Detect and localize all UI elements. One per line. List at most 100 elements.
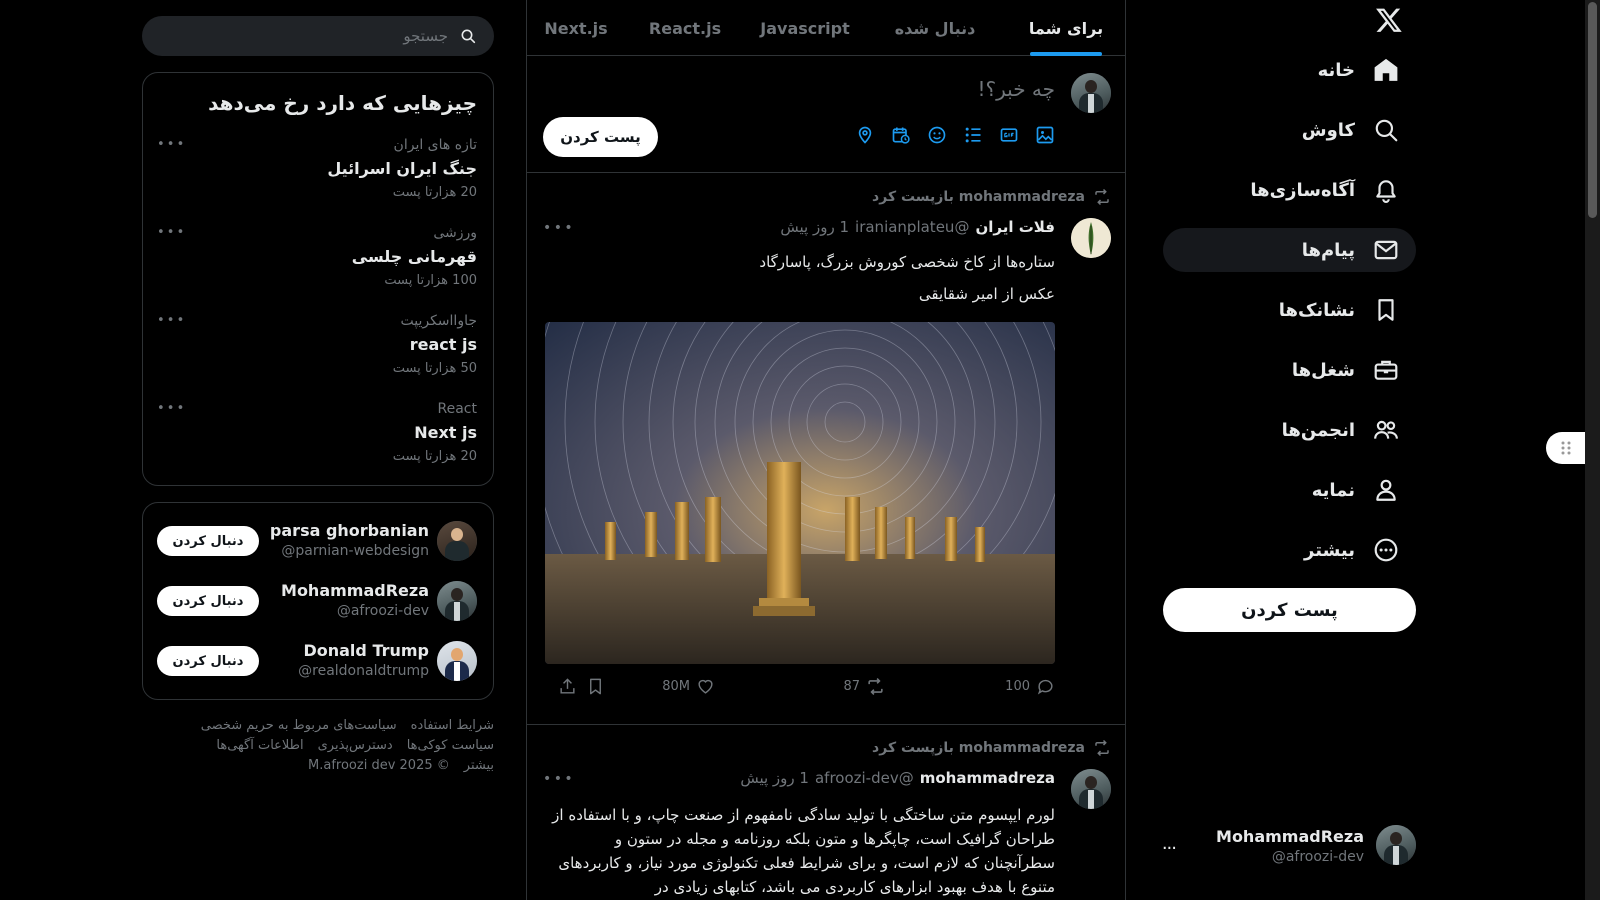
search-icon — [1373, 117, 1399, 143]
active-tab-indicator — [1030, 52, 1102, 56]
who-to-follow-panel: parsa ghorbanian @parnian-webdesign دنبا… — [142, 502, 494, 700]
tab-following[interactable]: دنبال شده — [865, 0, 1005, 56]
post-header: فلات ایران @iranianplateu 1 روز پیش — [780, 218, 1055, 236]
tab-javascript[interactable]: Javascript — [745, 0, 865, 56]
schedule-icon[interactable] — [891, 125, 911, 145]
author-handle[interactable]: @afroozi-dev — [815, 769, 914, 787]
nav-item-more[interactable]: بیشتر — [1163, 528, 1416, 572]
footer-link-cookies[interactable]: سیاست کوکی‌ها — [407, 736, 494, 756]
post-button[interactable]: پست کردن — [1163, 588, 1416, 632]
follow-button[interactable]: دنبال کردن — [157, 646, 259, 676]
share-button[interactable] — [553, 677, 577, 696]
account-handle: @afroozi-dev — [1271, 849, 1364, 865]
main-feed: برای شما دنبال شده Javascript React.js N… — [526, 0, 1126, 900]
post[interactable]: mohammadreza بازپست کرد mohammadreza @af… — [527, 725, 1125, 900]
like-button[interactable]: 80M — [605, 677, 715, 696]
primary-navigation: خانه کاوش آگاه‌سازی‌ها پیام‌ها نشانک‌ها … — [1156, 0, 1416, 900]
suggested-user[interactable]: parsa ghorbanian @parnian-webdesign دنبا… — [157, 517, 477, 565]
grip-icon — [1561, 441, 1571, 455]
bookmark-icon — [590, 678, 601, 694]
bookmark-button[interactable] — [577, 677, 605, 696]
author-name[interactable]: mohammadreza — [920, 769, 1055, 787]
post-image[interactable] — [545, 322, 1055, 664]
footer-link-terms[interactable]: شرایط استفاده — [411, 716, 494, 736]
post-more-icon[interactable]: • • • — [543, 220, 573, 236]
emoji-icon[interactable] — [927, 125, 947, 145]
trend-more-icon[interactable]: • • • — [157, 401, 184, 416]
mail-icon — [1373, 237, 1399, 263]
trend-name: react js — [409, 335, 477, 354]
trend-category: ورزشی — [433, 225, 477, 241]
scrollbar-thumb[interactable] — [1588, 2, 1597, 218]
search-input[interactable] — [168, 27, 448, 45]
nav-item-label: شغل‌ها — [1291, 359, 1355, 381]
footer-link-more[interactable]: بیشتر — [464, 756, 494, 776]
nav-item-home[interactable]: خانه — [1163, 48, 1416, 92]
nav-item-jobs[interactable]: شغل‌ها — [1163, 348, 1416, 392]
tab-for-you[interactable]: برای شما — [1005, 0, 1125, 56]
search-box[interactable] — [142, 16, 494, 56]
trend-more-icon[interactable]: • • • — [157, 137, 184, 152]
trend-item[interactable]: ورزشی قهرمانی چلسی 100 هزارتا پست • • • — [157, 225, 477, 305]
suggested-user[interactable]: Donald Trump @realdonaldtrump دنبال کردن — [157, 637, 477, 685]
gif-icon[interactable] — [999, 125, 1019, 145]
reply-button[interactable]: 100 — [885, 677, 1055, 696]
tab-label: Next.js — [544, 18, 608, 38]
nav-item-messages[interactable]: پیام‌ها — [1163, 228, 1416, 272]
image-icon[interactable] — [1035, 125, 1055, 145]
account-name: MohammadReza — [1216, 827, 1364, 846]
trend-name: Next js — [414, 423, 477, 442]
retweet-text: mohammadreza بازپست کرد — [872, 740, 1085, 756]
location-icon[interactable] — [855, 125, 875, 145]
post[interactable]: mohammadreza بازپست کرد فلات ایران @iran… — [527, 174, 1125, 725]
bell-icon — [1373, 177, 1399, 203]
account-switcher[interactable]: MohammadReza @afroozi-dev ... — [1156, 823, 1416, 869]
avatar[interactable] — [1071, 769, 1111, 809]
poll-icon[interactable] — [963, 125, 983, 145]
follow-button[interactable]: دنبال کردن — [157, 586, 259, 616]
composer-input[interactable]: چه خبر؟! — [977, 77, 1055, 101]
scrollbar[interactable] — [1585, 0, 1600, 900]
trend-more-icon[interactable]: • • • — [157, 225, 184, 240]
trend-category: جاوااسکریپت — [400, 313, 477, 329]
footer-links: شرایط استفاده سیاست‌های مربوط به حریم شخ… — [142, 716, 494, 776]
tab-label: React.js — [648, 18, 722, 38]
nav-item-bookmarks[interactable]: نشانک‌ها — [1163, 288, 1416, 332]
trend-item[interactable]: جاوااسکریپت react js 50 هزارتا پست • • • — [157, 313, 477, 393]
nav-item-explore[interactable]: کاوش — [1163, 108, 1416, 152]
tab-label: برای شما — [1028, 18, 1104, 38]
avatar[interactable] — [1071, 218, 1111, 258]
nav-item-communities[interactable]: انجمن‌ها — [1163, 408, 1416, 452]
nav-item-profile[interactable]: نمایه — [1163, 468, 1416, 512]
author-name[interactable]: فلات ایران — [975, 218, 1055, 236]
post-header: mohammadreza @afroozi-dev 1 روز پیش — [740, 769, 1055, 787]
tab-nextjs[interactable]: Next.js — [527, 0, 625, 56]
retweet-button[interactable]: 87 — [715, 677, 885, 696]
trend-item[interactable]: تازه های ایران جنگ ایران اسرائیل 20 هزار… — [157, 137, 477, 217]
nav-item-label: بیشتر — [1304, 539, 1355, 561]
tab-reactjs[interactable]: React.js — [625, 0, 745, 56]
reply-icon — [1037, 679, 1053, 694]
post-more-icon[interactable]: • • • — [543, 771, 573, 787]
footer-link-accessibility[interactable]: دسترس‌پذیری — [318, 736, 393, 756]
trend-count: 20 هزارتا پست — [392, 185, 477, 200]
footer-link-privacy[interactable]: سیاست‌های مربوط به حریم شخصی — [201, 716, 397, 736]
author-handle[interactable]: @iranianplateu — [855, 218, 969, 236]
follow-button[interactable]: دنبال کردن — [157, 526, 259, 556]
drag-handle[interactable] — [1546, 432, 1586, 464]
nav-item-notifications[interactable]: آگاه‌سازی‌ها — [1163, 168, 1416, 212]
trend-category: React — [437, 401, 477, 417]
post-text-line: عکس از امیر شقایقی — [918, 285, 1055, 303]
footer-link-ads-info[interactable]: اطلاعات آگهی‌ها — [216, 736, 303, 756]
tab-label: Javascript — [760, 18, 850, 38]
suggested-user[interactable]: MohammadReza @afroozi-dev دنبال کردن — [157, 577, 477, 625]
avatar — [437, 581, 477, 621]
composer: چه خبر؟! پست کردن — [527, 57, 1125, 173]
trend-count: 50 هزارتا پست — [392, 361, 477, 376]
trend-name: قهرمانی چلسی — [351, 247, 477, 266]
more-dots-icon[interactable]: ... — [1162, 833, 1177, 854]
composer-post-button[interactable]: پست کردن — [543, 117, 658, 157]
trend-item[interactable]: React Next js 20 هزارتا پست • • • — [157, 401, 477, 481]
trend-more-icon[interactable]: • • • — [157, 313, 184, 328]
x-logo-icon[interactable] — [1375, 6, 1403, 34]
